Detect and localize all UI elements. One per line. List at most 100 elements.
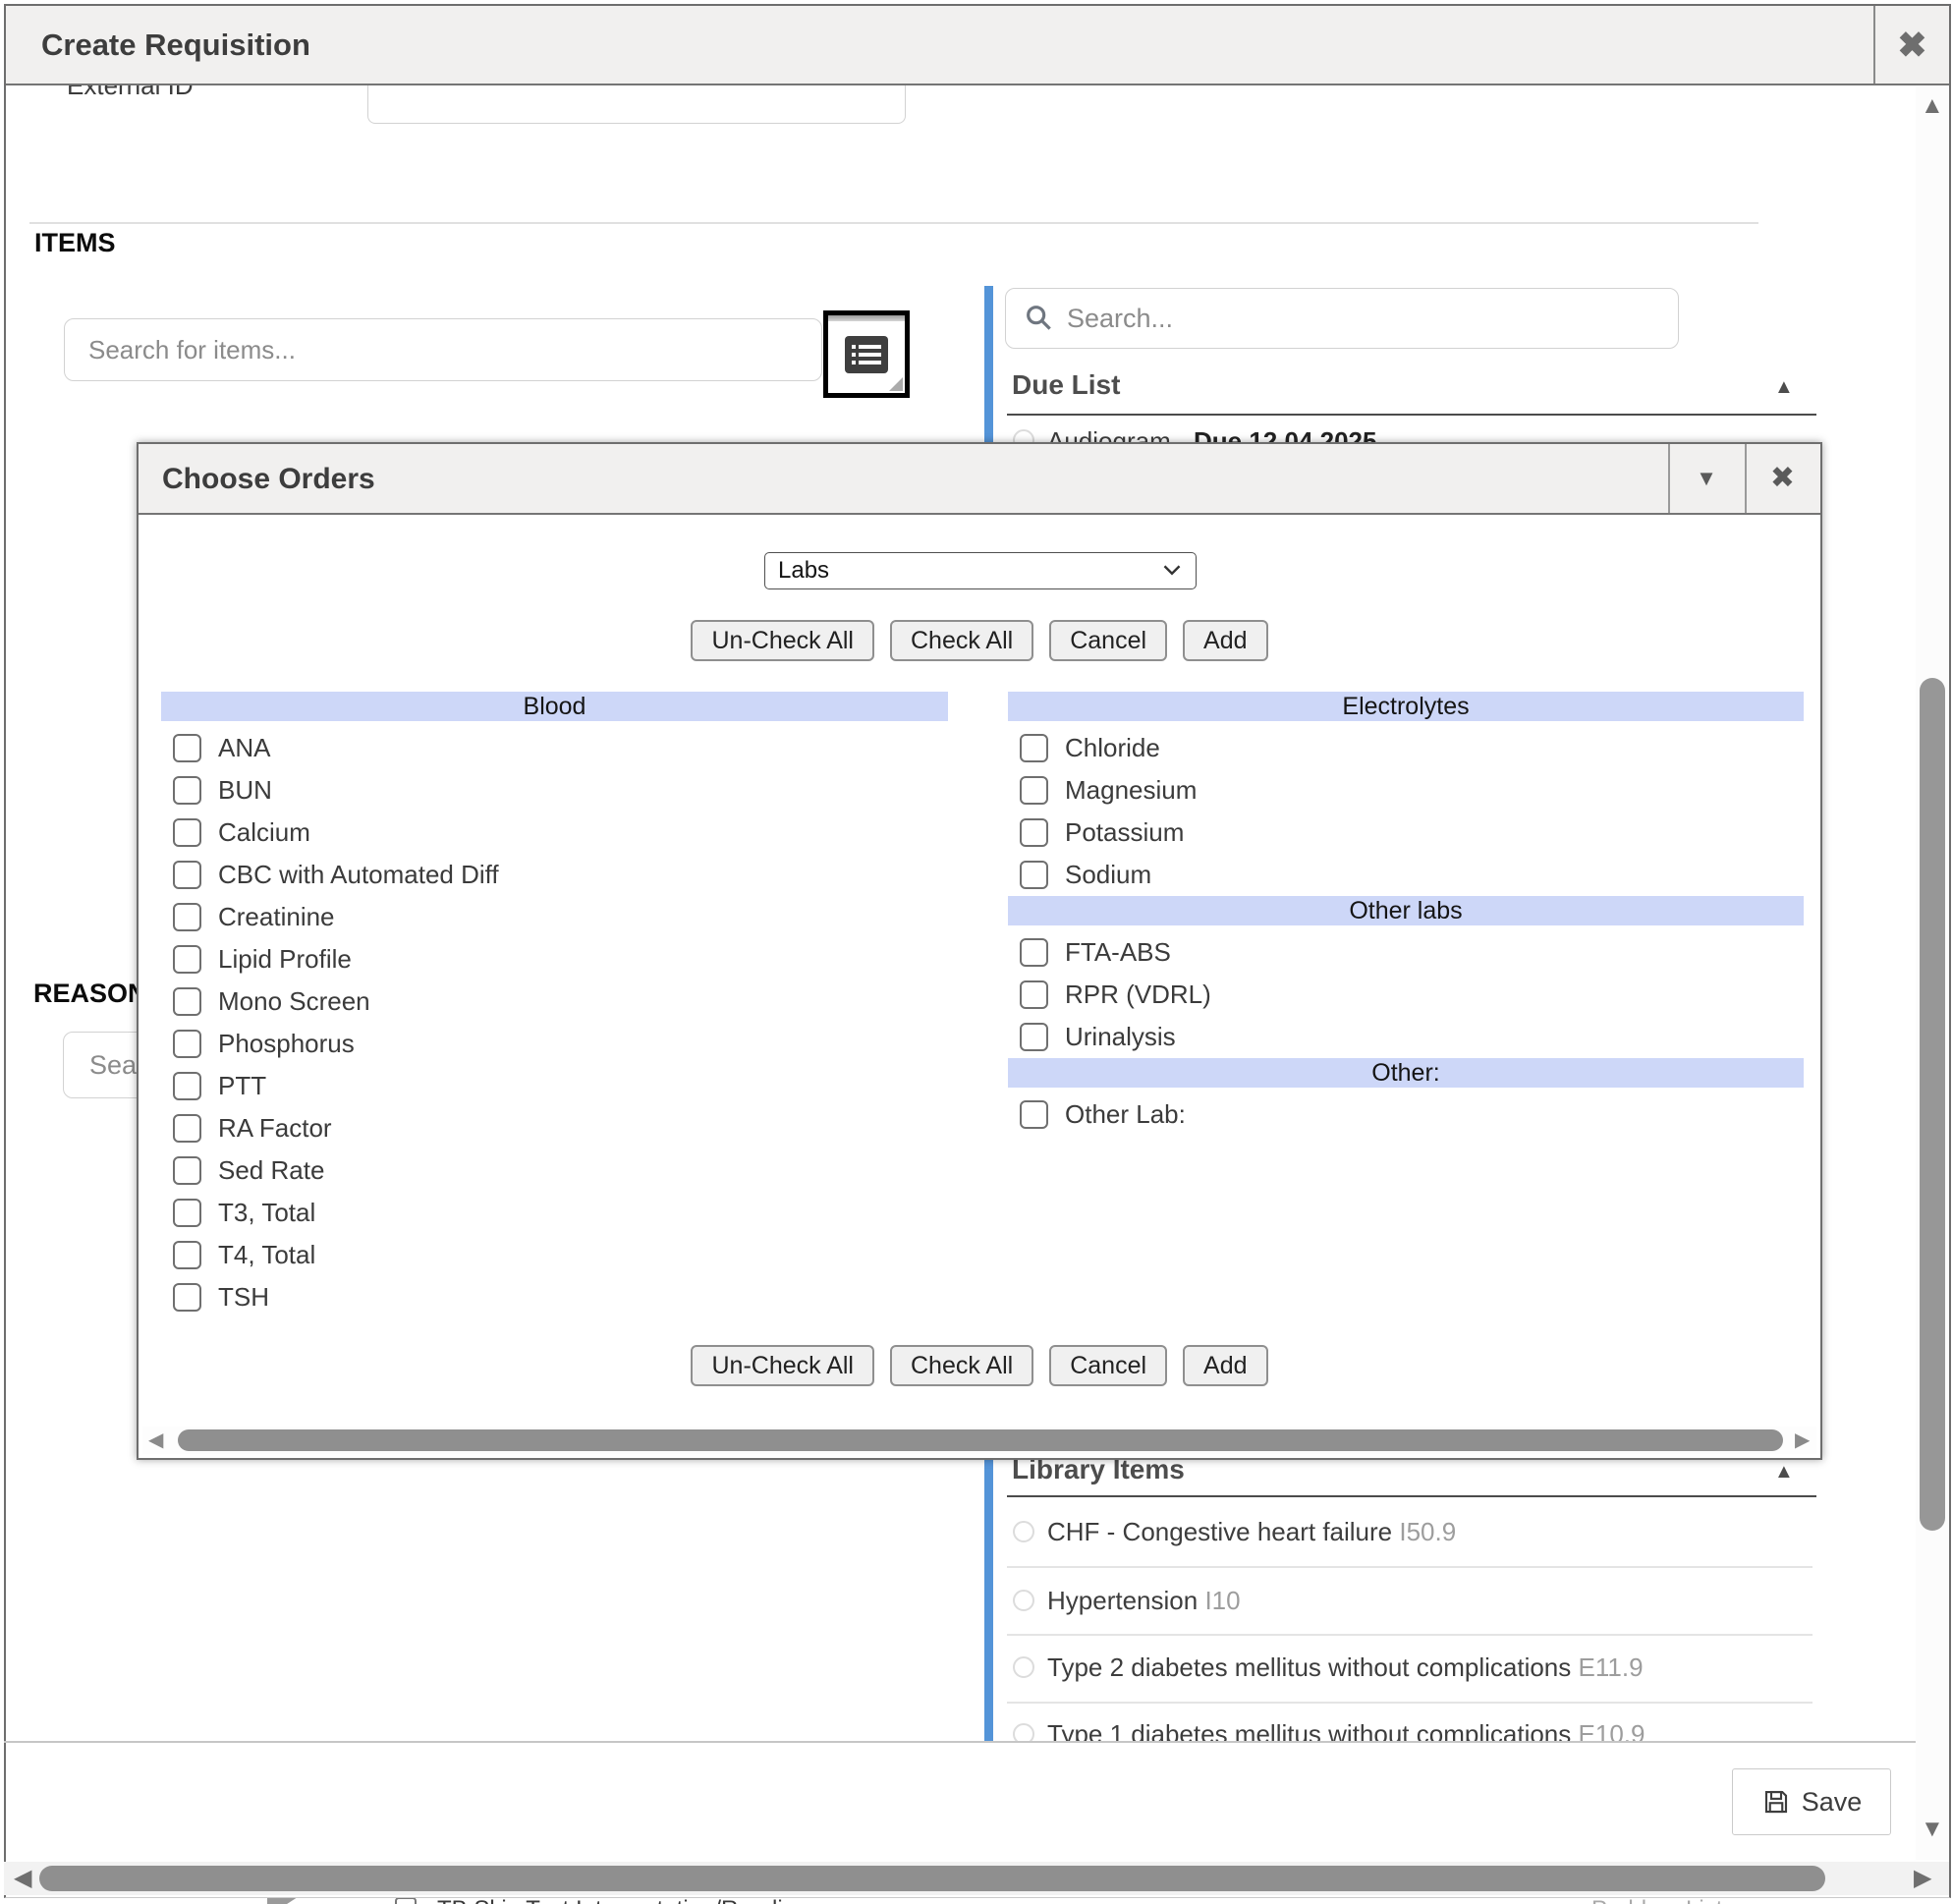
library-item-row[interactable]: Type 2 diabetes mellitus without complic… [1007,1649,1813,1702]
checkbox[interactable] [1020,861,1048,889]
row-divider [1007,1634,1813,1636]
scroll-right-icon[interactable]: ▶ [1795,1430,1810,1450]
save-button[interactable]: Save [1732,1768,1891,1835]
checkbox[interactable] [173,734,201,762]
close-icon[interactable]: ✖ [1875,6,1949,84]
checkbox[interactable] [173,1030,201,1058]
horizontal-scrollbar[interactable]: ◀ ▶ [4,1862,1949,1895]
library-item-radio[interactable] [1013,1656,1034,1678]
order-option[interactable]: Sed Rate [161,1149,948,1192]
blood-group: Blood ANA BUN Calcium CBC with Automated… [161,692,948,1318]
order-option[interactable]: T4, Total [161,1234,948,1276]
modal-titlebar: Choose Orders ▼ ✖ [139,444,1820,515]
library-item-row[interactable]: Type 1 diabetes mellitus without complic… [1007,1715,1813,1741]
checkbox[interactable] [173,776,201,805]
checkbox[interactable] [173,903,201,931]
library-items-collapse-icon[interactable]: ▲ [1774,1462,1794,1482]
library-item-radio[interactable] [1013,1521,1034,1542]
search-icon [1024,303,1055,339]
group-header-electrolytes: Electrolytes [1008,692,1804,721]
due-list-heading: Due List [1012,369,1120,401]
icd-code: I10 [1204,1586,1240,1615]
add-button[interactable]: Add [1183,1345,1267,1386]
checkbox[interactable] [173,987,201,1016]
order-option[interactable]: Sodium [1008,854,1804,896]
order-option[interactable]: Urinalysis [1008,1016,1804,1058]
scroll-right-icon[interactable]: ▶ [1914,1867,1931,1890]
row-divider [1007,1566,1813,1568]
order-option[interactable]: T3, Total [161,1192,948,1234]
minimize-dropdown-icon[interactable]: ▼ [1668,444,1745,513]
vertical-scroll-thumb[interactable] [1920,678,1945,1531]
order-option[interactable]: FTA-ABS [1008,931,1804,974]
uncheck-all-button[interactable]: Un-Check All [691,620,874,661]
order-option[interactable]: Creatinine [161,896,948,938]
order-option[interactable]: TSH [161,1276,948,1318]
order-option[interactable]: Potassium [1008,812,1804,854]
checkbox[interactable] [1020,980,1048,1009]
order-option[interactable]: Calcium [161,812,948,854]
order-option[interactable]: RA Factor [161,1107,948,1149]
order-option[interactable]: ANA [161,727,948,769]
library-item-radio[interactable] [1013,1590,1034,1611]
due-list-collapse-icon[interactable]: ▲ [1774,377,1794,397]
order-option[interactable]: Phosphorus [161,1023,948,1065]
checkbox[interactable] [173,1241,201,1269]
checkbox[interactable] [1020,734,1048,762]
order-option[interactable]: Magnesium [1008,769,1804,812]
scroll-left-icon[interactable]: ◀ [14,1867,31,1890]
order-option[interactable]: RPR (VDRL) [1008,974,1804,1016]
checkbox[interactable] [173,945,201,974]
modal-close-icon[interactable]: ✖ [1745,444,1820,513]
modal-horizontal-scrollbar[interactable]: ◀ ▶ [142,1427,1816,1454]
checkbox[interactable] [1020,938,1048,967]
due-list-divider [1007,414,1816,416]
order-option[interactable]: CBC with Automated Diff [161,854,948,896]
bottom-button-row: Un-Check All Check All Cancel Add [139,1345,1820,1386]
add-button[interactable]: Add [1183,620,1267,661]
items-search-input[interactable] [64,318,822,381]
group-header-other-labs: Other labs [1008,896,1804,925]
scroll-left-icon[interactable]: ◀ [148,1430,163,1450]
library-item-label: CHF - Congestive heart failure I50.9 [1047,1517,1456,1547]
checkbox[interactable] [1020,1023,1048,1051]
order-option[interactable]: Chloride [1008,727,1804,769]
order-option[interactable]: PTT [161,1065,948,1107]
order-option[interactable]: BUN [161,769,948,812]
save-icon [1761,1787,1791,1817]
chevron-down-icon [1162,563,1182,577]
library-item-radio[interactable] [1013,1723,1034,1741]
order-option[interactable]: Mono Screen [161,980,948,1023]
checkbox[interactable] [173,1114,201,1143]
library-item-row[interactable]: Hypertension I10 [1007,1582,1813,1635]
cancel-button[interactable]: Cancel [1049,620,1167,661]
cancel-button[interactable]: Cancel [1049,1345,1167,1386]
checkbox[interactable] [173,1199,201,1227]
checkbox[interactable] [1020,1100,1048,1129]
checkbox[interactable] [173,861,201,889]
order-option[interactable]: Other Lab: [1008,1093,1804,1136]
row-divider [1007,1702,1813,1704]
checkbox[interactable] [173,818,201,847]
checkbox[interactable] [1020,776,1048,805]
scroll-down-icon[interactable]: ▼ [1921,1818,1944,1841]
checkbox[interactable] [173,1283,201,1312]
checkbox[interactable] [1020,818,1048,847]
scroll-up-icon[interactable]: ▲ [1921,94,1944,118]
uncheck-all-button[interactable]: Un-Check All [691,1345,874,1386]
horizontal-scroll-thumb[interactable] [39,1866,1825,1891]
vertical-scrollbar[interactable]: ▲ ▼ [1916,86,1949,1860]
button-top-edge [828,315,905,321]
check-all-button[interactable]: Check All [890,1345,1033,1386]
order-option[interactable]: Lipid Profile [161,938,948,980]
item-list-button[interactable] [823,310,910,398]
category-select[interactable]: Labs [764,552,1197,589]
checkbox[interactable] [173,1072,201,1100]
group-header-blood: Blood [161,692,948,721]
library-item-row[interactable]: CHF - Congestive heart failure I50.9 [1007,1513,1813,1566]
checkbox[interactable] [173,1156,201,1185]
modal-scroll-thumb[interactable] [178,1429,1783,1451]
right-panel-search-input[interactable] [1005,288,1679,349]
check-all-button[interactable]: Check All [890,620,1033,661]
top-button-row: Un-Check All Check All Cancel Add [139,620,1820,661]
